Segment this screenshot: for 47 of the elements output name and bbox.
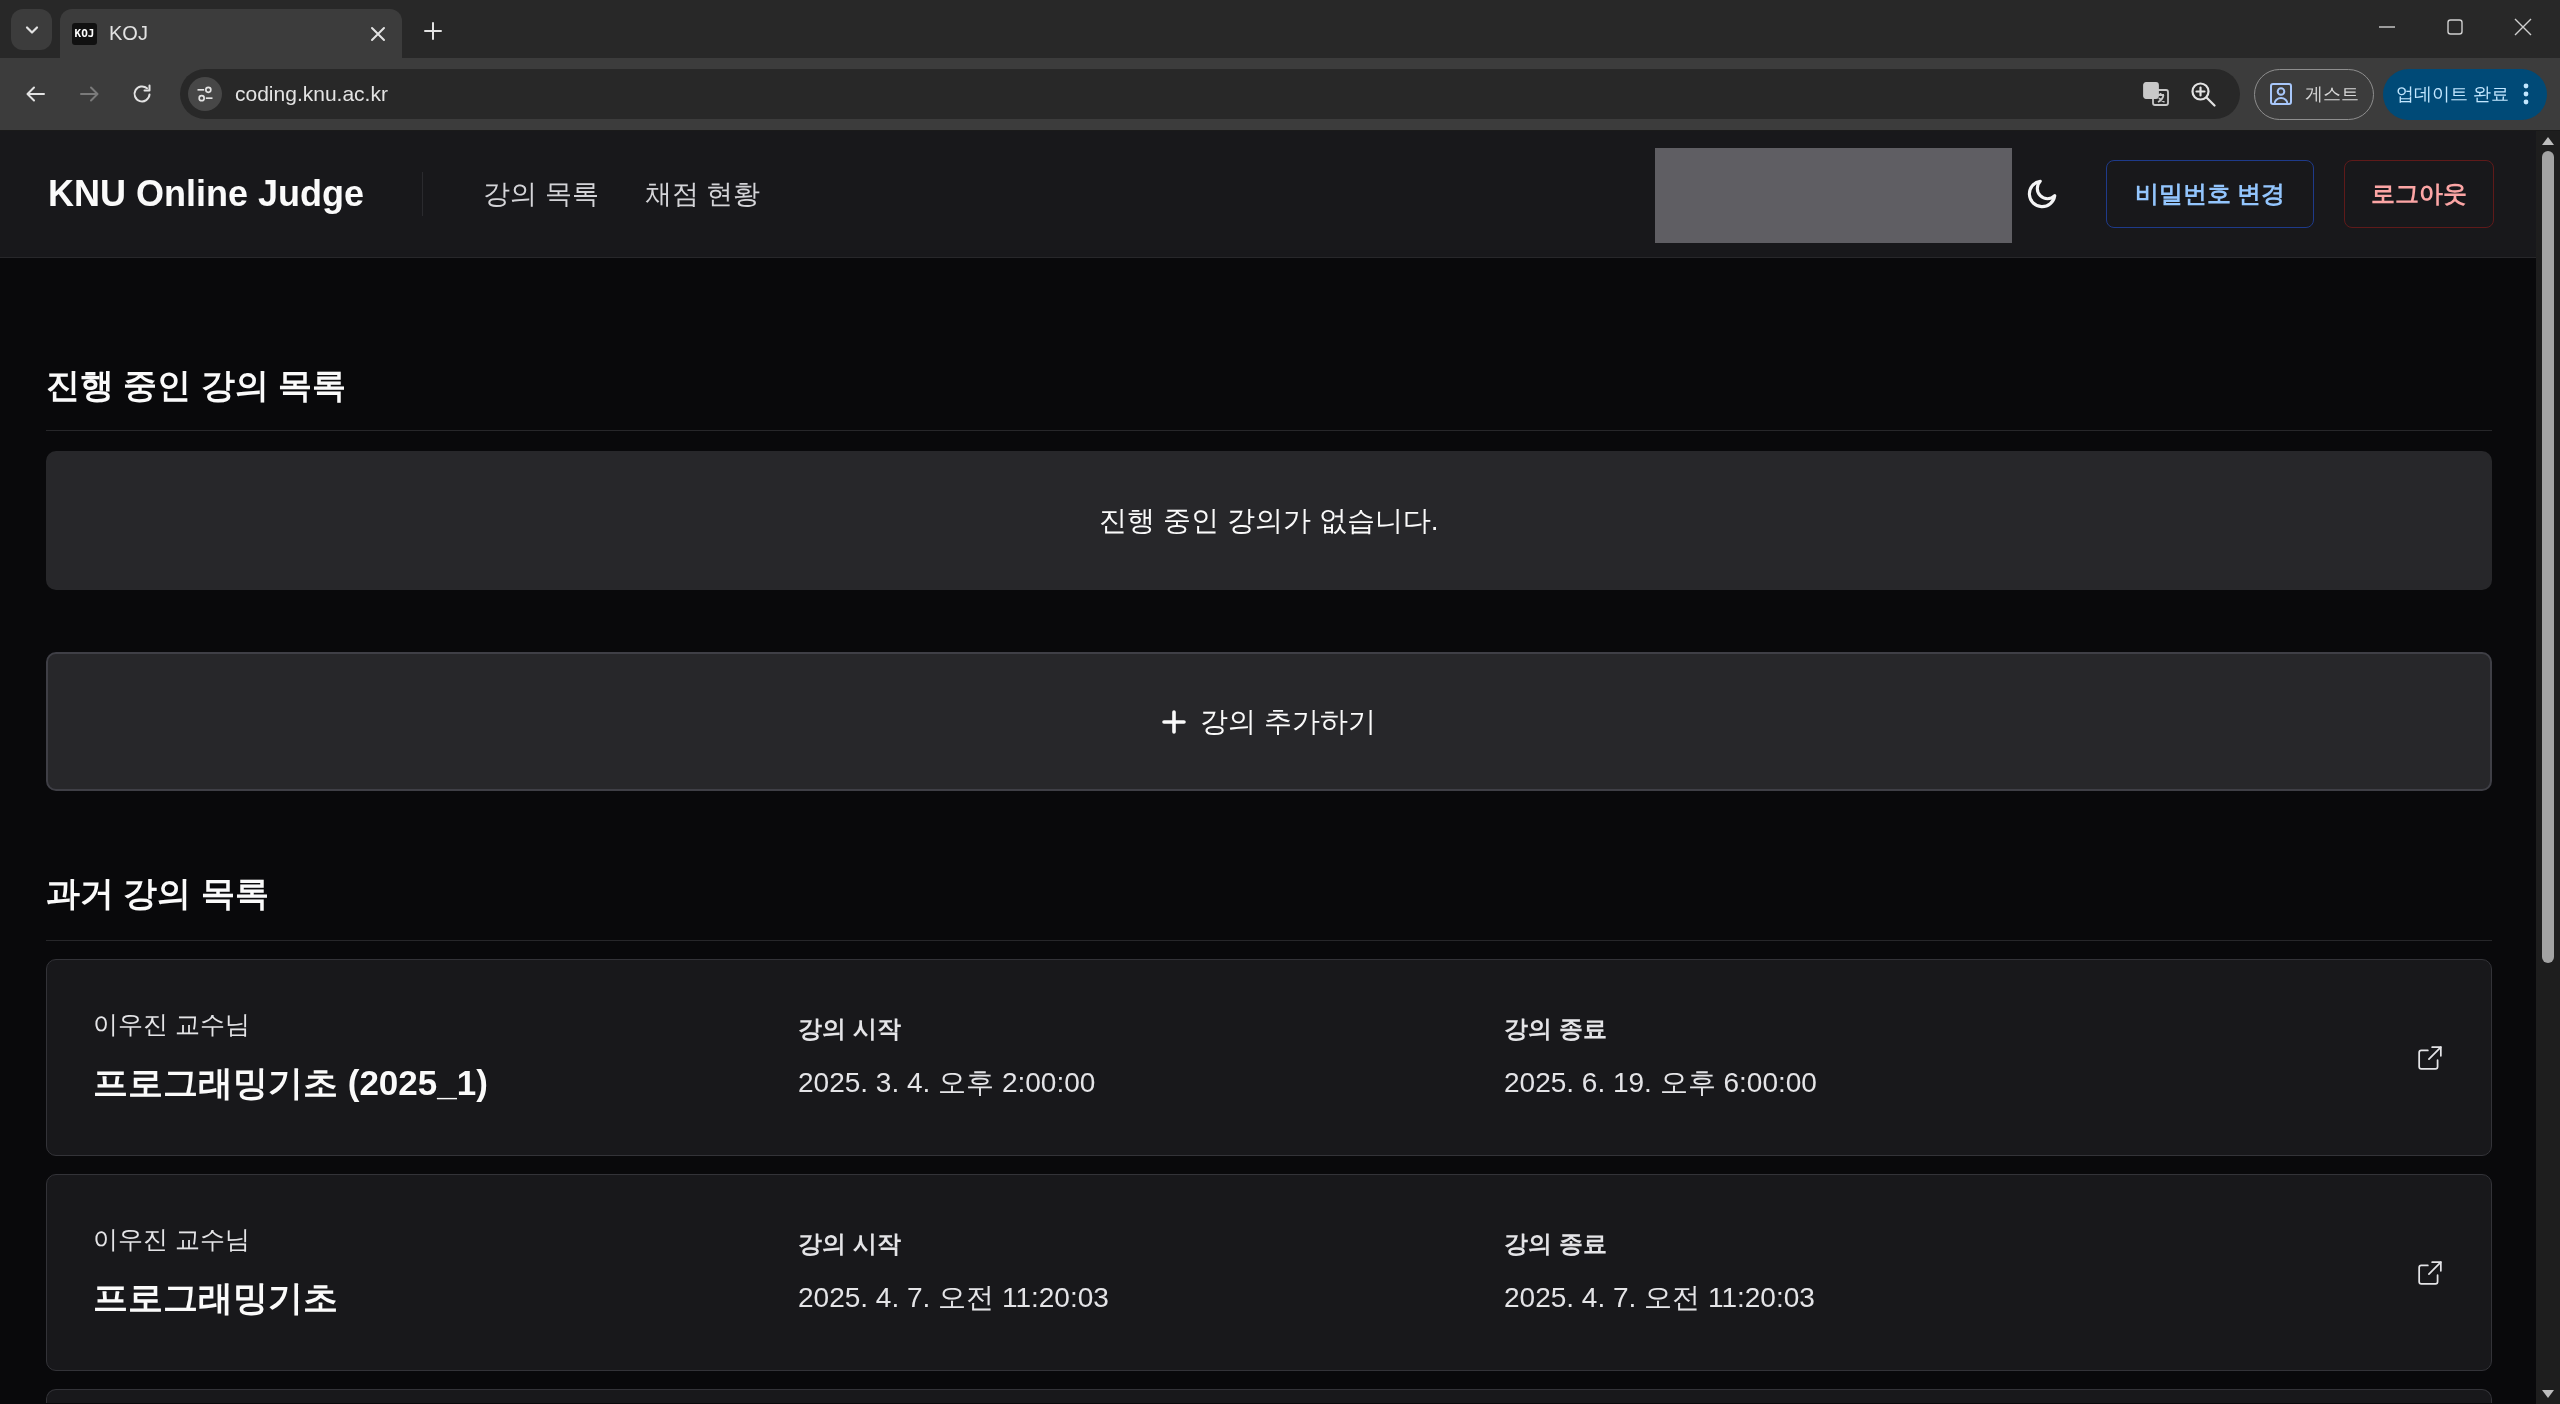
scroll-up-icon[interactable] xyxy=(2542,137,2554,145)
close-icon[interactable] xyxy=(2514,17,2532,36)
plus-icon xyxy=(1162,709,1187,734)
site-settings-icon[interactable] xyxy=(188,77,222,111)
zoom-in-icon[interactable] xyxy=(2190,81,2216,107)
scrollbar[interactable] xyxy=(2536,131,2560,1404)
start-label: 강의 시작 xyxy=(798,1229,901,1259)
section-title: 과거 강의 목록 xyxy=(46,873,269,914)
nav-link[interactable]: 강의 목록 xyxy=(483,176,599,212)
scrollbar-thumb[interactable] xyxy=(2542,151,2554,963)
logout-button[interactable]: 로그아웃 xyxy=(2344,160,2494,228)
start-label: 강의 시작 xyxy=(798,1014,901,1044)
close-icon[interactable] xyxy=(370,25,386,42)
tab-search-button[interactable] xyxy=(11,9,52,50)
more-vertical-icon[interactable] xyxy=(2523,83,2529,105)
browser-tab[interactable]: KOJ KOJ xyxy=(60,9,402,58)
course-name: 프로그래밍기초 (2025_1) xyxy=(93,1062,488,1104)
add-course-button[interactable]: 강의 추가하기 xyxy=(46,652,2492,791)
person-icon xyxy=(2269,82,2293,106)
translate-icon[interactable] xyxy=(2142,80,2170,108)
moon-icon[interactable] xyxy=(2025,177,2059,211)
end-label: 강의 종료 xyxy=(1504,1229,1607,1259)
instructor-name: 이우진 교수님 xyxy=(93,1009,250,1040)
url-text: coding.knu.ac.kr xyxy=(235,82,388,106)
section-title: 진행 중인 강의 목록 xyxy=(46,365,347,406)
course-card[interactable]: 이우진 교수님 프로그래밍기초 강의 시작 2025. 4. 7. 오전 11:20:03 강의 종료 2025. 4. 7. 오전 11:20:03 xyxy=(46,1174,2492,1371)
site-logo-text[interactable]: KNU Online Judge xyxy=(48,173,365,215)
external-link-icon[interactable] xyxy=(2417,1044,2443,1071)
start-date: 2025. 4. 7. 오전 11:20:03 xyxy=(798,1281,1109,1315)
change-password-button[interactable]: 비밀번호 변경 xyxy=(2106,160,2314,228)
address-bar[interactable]: coding.knu.ac.kr xyxy=(180,69,2240,119)
course-card[interactable]: 이우진 교수님 프로그래밍기초 (2025_1) 강의 시작 2025. 3. 4. 오후 2:00:00 강의 종료 2025. 6. 19. 오후 6:00:00 xyxy=(46,959,2492,1156)
tab-title: KOJ xyxy=(109,22,149,45)
end-label: 강의 종료 xyxy=(1504,1014,1607,1044)
end-date: 2025. 4. 7. 오전 11:20:03 xyxy=(1504,1281,1815,1315)
scroll-down-icon[interactable] xyxy=(2542,1390,2554,1398)
nav-link[interactable]: 채점 현황 xyxy=(644,176,761,212)
external-link-icon[interactable] xyxy=(2417,1259,2443,1286)
course-name: 프로그래밍기초 xyxy=(93,1277,338,1319)
empty-message: 진행 중인 강의가 없습니다. xyxy=(1099,503,1439,538)
site-favicon: KOJ xyxy=(72,22,97,45)
update-button[interactable]: 업데이트 완료 xyxy=(2383,68,2547,120)
plus-icon[interactable] xyxy=(424,22,442,40)
maximize-icon[interactable] xyxy=(2446,17,2464,36)
start-date: 2025. 3. 4. 오후 2:00:00 xyxy=(798,1066,1096,1100)
end-date: 2025. 6. 19. 오후 6:00:00 xyxy=(1504,1066,1817,1100)
instructor-name: 이우진 교수님 xyxy=(93,1224,250,1255)
